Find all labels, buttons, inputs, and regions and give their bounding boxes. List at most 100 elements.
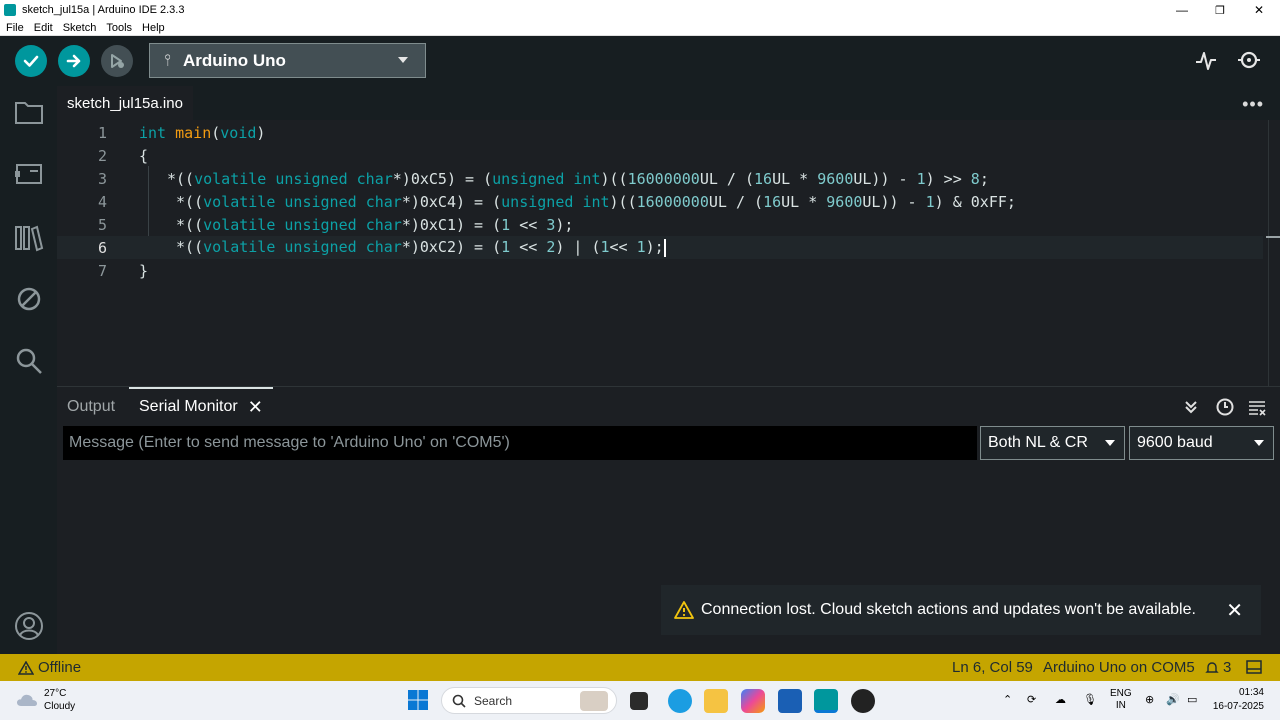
timestamp-button[interactable]	[1214, 396, 1236, 418]
menu-tools[interactable]: Tools	[106, 22, 132, 34]
sketchbook-button[interactable]	[12, 95, 46, 129]
panel-toggle-icon	[1246, 660, 1262, 674]
menu-sketch[interactable]: Sketch	[63, 22, 97, 34]
account-button[interactable]	[12, 609, 46, 643]
clock-time: 01:34	[1238, 687, 1264, 698]
code-line-current: 6 *((volatile unsigned char*)0xC2) = (1 …	[57, 236, 1263, 259]
more-options-icon[interactable]: •••	[1242, 94, 1264, 115]
tray-overflow-icon[interactable]: ⌃	[1003, 693, 1012, 706]
warning-icon	[673, 600, 695, 620]
search-panel-button[interactable]	[12, 344, 46, 378]
debug-panel-button[interactable]	[12, 282, 46, 316]
offline-indicator[interactable]: Offline	[18, 659, 81, 676]
file-explorer-icon[interactable]	[704, 689, 728, 713]
debug-button[interactable]	[101, 45, 133, 77]
toggle-panel-button[interactable]	[1246, 660, 1262, 678]
boards-manager-button[interactable]	[12, 157, 46, 191]
library-manager-button[interactable]	[12, 221, 46, 255]
editor-area: sketch_jul15a.ino ••• 1 int main(void) 2…	[57, 86, 1280, 386]
baud-rate-select[interactable]: 9600 baud	[1129, 426, 1274, 460]
line-number: 2	[97, 146, 107, 165]
cloud-icon	[17, 694, 37, 706]
serial-monitor-button[interactable]	[1236, 48, 1262, 74]
language-indicator[interactable]: ENG IN	[1110, 688, 1132, 712]
copilot-icon[interactable]	[741, 689, 765, 713]
menu-file[interactable]: File	[6, 22, 24, 34]
code-line-text: *((volatile unsigned char*)0xC2) = (1 <<…	[167, 238, 666, 257]
debug-ban-icon	[17, 287, 41, 311]
board-manager-icon	[15, 164, 42, 184]
clock-icon	[1216, 398, 1234, 416]
close-button[interactable]: ✕	[1239, 0, 1279, 20]
chevron-down-icon	[1105, 440, 1115, 446]
editor-scrollbar[interactable]	[1266, 120, 1280, 386]
library-icon	[15, 225, 44, 252]
tab-sketch-file[interactable]: sketch_jul15a.ino	[57, 86, 193, 120]
chrome-icon[interactable]	[851, 689, 875, 713]
line-number: 4	[97, 192, 107, 211]
editor-tab-bar: sketch_jul15a.ino •••	[57, 86, 1280, 120]
system-clock[interactable]: 01:34 16-07-2025	[1213, 686, 1264, 714]
verify-button[interactable]	[15, 45, 47, 77]
clear-output-button[interactable]	[1246, 396, 1268, 418]
line-number: 7	[97, 261, 107, 280]
search-icon	[452, 694, 466, 708]
microsoft-store-icon[interactable]	[778, 689, 802, 713]
microphone-icon[interactable]: 🎙	[1083, 693, 1097, 706]
start-button[interactable]	[407, 689, 431, 713]
account-icon	[15, 612, 43, 640]
onedrive-icon[interactable]: ☁	[1055, 693, 1066, 706]
board-port-status[interactable]: Arduino Uno on COM5	[1043, 659, 1195, 676]
search-label: Search	[474, 693, 513, 708]
code-line-text: }	[139, 261, 149, 280]
sync-icon[interactable]: ⟳	[1027, 693, 1036, 706]
tab-serial-label: Serial Monitor	[139, 398, 238, 415]
battery-icon[interactable]: ▭	[1187, 693, 1197, 706]
line-number: 1	[97, 123, 107, 142]
notification-count: 3	[1223, 659, 1232, 676]
arduino-app-icon	[4, 4, 16, 16]
toolbar: ⫯ Arduino Uno	[0, 36, 1280, 86]
close-notification-icon[interactable]: ✕	[1226, 598, 1243, 623]
task-view-icon[interactable]	[630, 692, 648, 710]
offline-label: Offline	[38, 659, 82, 676]
tab-serial-monitor[interactable]: Serial Monitor ✕	[129, 387, 273, 425]
board-selector[interactable]: ⫯ Arduino Uno	[149, 43, 426, 78]
minimize-button[interactable]: —	[1162, 0, 1202, 20]
windows-logo-icon	[408, 690, 428, 710]
code-line-text: int main(void)	[139, 123, 266, 142]
code-editor[interactable]: 1 int main(void) 2 { 3 *((volatile unsig…	[57, 120, 1280, 386]
upload-button[interactable]	[58, 45, 90, 77]
edge-browser-icon[interactable]	[668, 689, 692, 713]
volume-icon[interactable]: 🔊	[1166, 693, 1180, 706]
menu-edit[interactable]: Edit	[34, 22, 53, 34]
serial-message-input[interactable]: Message (Enter to send message to 'Ardui…	[63, 426, 977, 460]
check-icon	[23, 55, 39, 67]
tab-output[interactable]: Output	[67, 398, 115, 416]
region-code: IN	[1115, 700, 1126, 711]
autoscroll-button[interactable]	[1180, 396, 1202, 418]
language-code: ENG	[1110, 688, 1132, 699]
line-ending-select[interactable]: Both NL & CR	[980, 426, 1125, 460]
menu-help[interactable]: Help	[142, 22, 165, 34]
notifications-button[interactable]: 3	[1205, 659, 1231, 676]
cursor-position: Ln 6, Col 59	[952, 659, 1033, 676]
line-number: 6	[97, 238, 107, 257]
network-icon[interactable]: ⊕	[1145, 693, 1154, 706]
code-line-text: {	[139, 146, 149, 165]
notification-toast: Connection lost. Cloud sketch actions an…	[661, 585, 1261, 635]
search-icon	[16, 348, 42, 374]
taskbar-search[interactable]: Search	[441, 687, 617, 714]
arduino-ide-taskbar-icon[interactable]	[814, 689, 838, 713]
text-cursor	[663, 238, 666, 257]
code-line: 5 *((volatile unsigned char*)0xC1) = (1 …	[57, 213, 1263, 236]
arrow-right-icon	[66, 54, 81, 68]
serial-plotter-button[interactable]	[1193, 48, 1219, 74]
weather-widget[interactable]: 27°C Cloudy	[16, 687, 75, 713]
maximize-button[interactable]: ❐	[1200, 0, 1240, 20]
window-title: sketch_jul15a | Arduino IDE 2.3.3	[22, 4, 185, 16]
code-line-text: *((volatile unsigned char*)0xC4) = (unsi…	[167, 192, 1016, 211]
close-tab-icon[interactable]: ✕	[248, 397, 263, 418]
weather-condition: Cloudy	[44, 701, 76, 712]
code-line: 3 *((volatile unsigned char*)0xC5) = (un…	[57, 167, 1263, 190]
